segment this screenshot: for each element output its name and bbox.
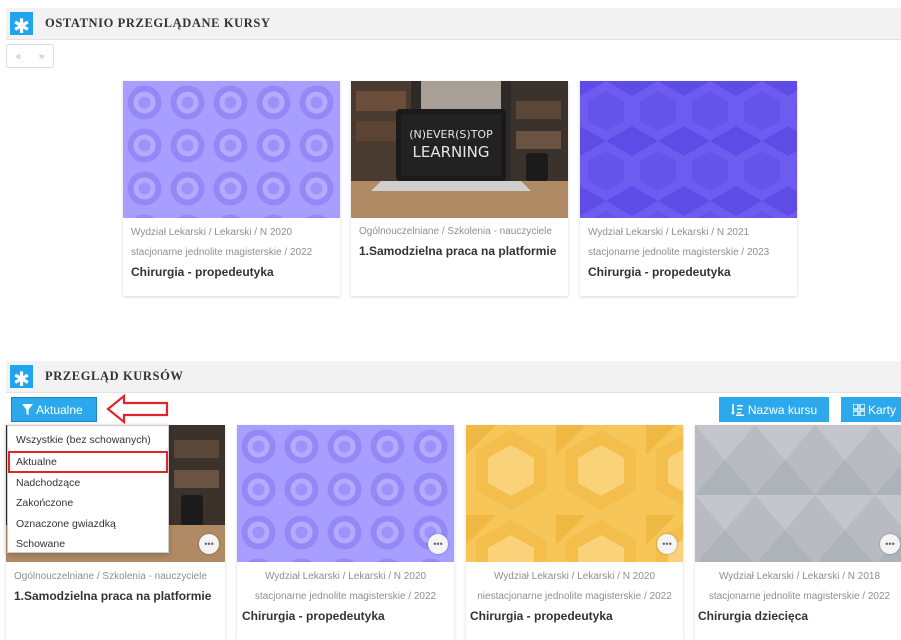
recent-courses-pager: « » [6, 44, 54, 68]
svg-text:LEARNING: LEARNING [412, 143, 489, 161]
recent-course-card[interactable]: Wydział Lekarski / Lekarski / N 2020 sta… [123, 81, 340, 296]
course-image [580, 81, 797, 218]
course-card[interactable]: ••• Wydział Lekarski / Lekarski / N 2018… [695, 425, 901, 640]
filter-option-upcoming[interactable]: Nadchodzące [8, 473, 168, 494]
course-category: Wydział Lekarski / Lekarski / N 2020 nie… [477, 571, 672, 602]
recent-courses-header: ✱ OSTATNIO PRZEGLĄDANE KURSY [6, 8, 901, 40]
course-name[interactable]: Chirurgia - propedeutyka [580, 263, 797, 279]
filter-option-starred[interactable]: Oznaczone gwiazdką [8, 514, 168, 535]
course-image: ••• [237, 425, 454, 562]
course-image [123, 81, 340, 218]
ellipsis-icon: ••• [662, 539, 672, 549]
filter-option-hidden[interactable]: Schowane [8, 534, 168, 555]
course-category: Wydział Lekarski / Lekarski / N 2020 sta… [131, 227, 313, 258]
course-menu-button[interactable]: ••• [880, 534, 900, 554]
ellipsis-icon: ••• [204, 539, 214, 549]
filter-icon [22, 404, 33, 415]
recent-courses-title: OSTATNIO PRZEGLĄDANE KURSY [45, 16, 271, 30]
course-name[interactable]: Chirurgia - propedeutyka [466, 607, 683, 623]
course-name[interactable]: Chirurgia - propedeutyka [123, 263, 340, 279]
filter-option-all[interactable]: Wszystkie (bez schowanych) [8, 430, 168, 451]
course-image: ••• [466, 425, 683, 562]
recent-course-card[interactable]: Wydział Lekarski / Lekarski / N 2021 sta… [580, 81, 797, 296]
ellipsis-icon: ••• [885, 539, 895, 549]
prev-page-button[interactable]: « [16, 51, 22, 62]
annotation-arrow-icon [106, 393, 169, 425]
course-menu-button[interactable]: ••• [199, 534, 219, 554]
course-overview-title: PRZEGLĄD KURSÓW [45, 369, 184, 383]
grid-icon [853, 403, 865, 416]
ellipsis-icon: ••• [433, 539, 443, 549]
course-category: Ogólnouczelniane / Szkolenia - nauczycie… [359, 226, 552, 237]
course-category: Wydział Lekarski / Lekarski / N 2020 sta… [254, 571, 437, 602]
course-card[interactable]: ••• Wydział Lekarski / Lekarski / N 2020… [466, 425, 683, 640]
view-mode-button[interactable]: Karty [841, 397, 901, 422]
course-image: (N)EVER(S)TOP LEARNING [351, 81, 568, 218]
filter-option-completed[interactable]: Zakończone [8, 493, 168, 514]
next-page-button[interactable]: » [39, 51, 45, 62]
filter-dropdown-button[interactable]: Aktualne [11, 397, 97, 422]
sort-icon [730, 403, 744, 416]
course-menu-button[interactable]: ••• [657, 534, 677, 554]
svg-text:(N)EVER(S)TOP: (N)EVER(S)TOP [409, 128, 493, 141]
filter-dropdown-menu: Wszystkie (bez schowanych) Aktualne Nadc… [7, 425, 169, 553]
filter-option-current[interactable]: Aktualne [8, 450, 168, 473]
course-name[interactable]: 1.Samodzielna praca na platformie [6, 587, 225, 603]
course-name[interactable]: Chirurgia dziecięca [695, 607, 901, 623]
asterisk-icon: ✱ [10, 12, 33, 38]
course-category: Wydział Lekarski / Lekarski / N 2021 sta… [588, 227, 770, 258]
course-overview-header: ✱ PRZEGLĄD KURSÓW [6, 361, 901, 393]
asterisk-icon: ✱ [10, 365, 33, 391]
course-name[interactable]: Chirurgia - propedeutyka [237, 607, 454, 623]
course-menu-button[interactable]: ••• [428, 534, 448, 554]
course-category: Wydział Lekarski / Lekarski / N 2018 sta… [708, 571, 891, 602]
sort-by-name-button[interactable]: Nazwa kursu [719, 397, 829, 422]
course-name[interactable]: 1.Samodzielna praca na platformie [351, 242, 568, 258]
course-category: Ogólnouczelniane / Szkolenia - nauczycie… [14, 571, 207, 582]
course-card[interactable]: ••• Wydział Lekarski / Lekarski / N 2020… [237, 425, 454, 640]
recent-course-card[interactable]: (N)EVER(S)TOP LEARNING Ogólnouczelniane … [351, 81, 568, 296]
course-image: ••• [695, 425, 901, 562]
